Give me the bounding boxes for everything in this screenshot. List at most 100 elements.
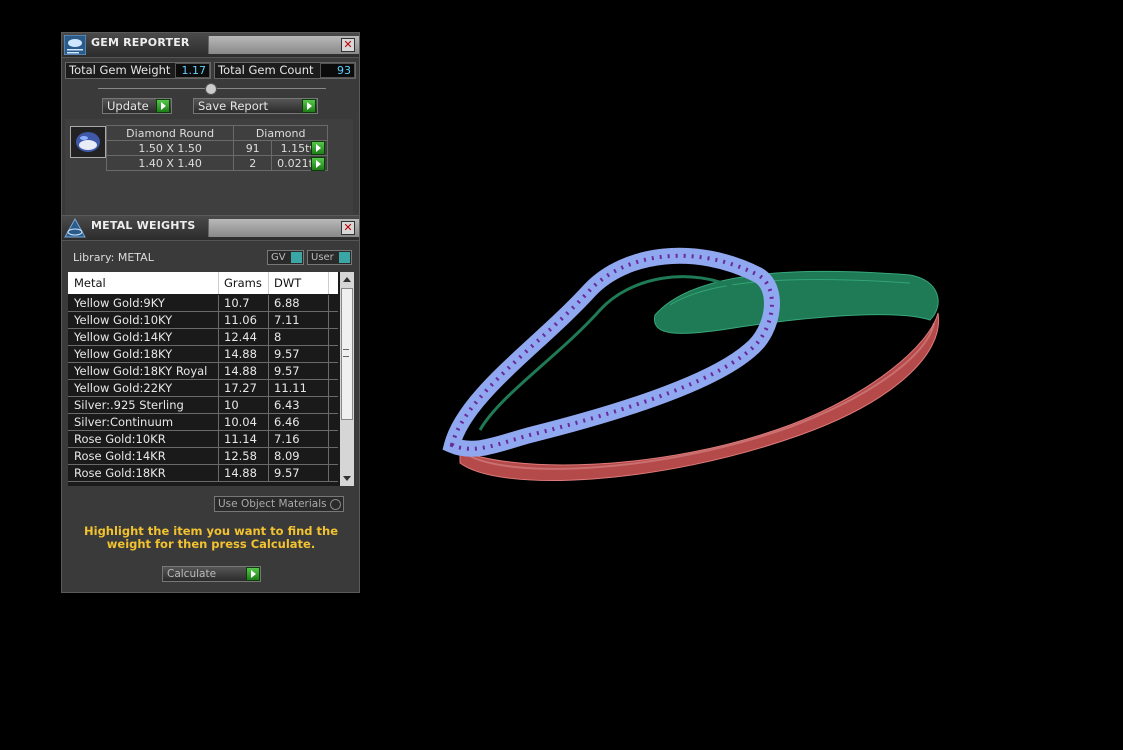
calculate-label: Calculate <box>167 568 217 580</box>
column-divider <box>328 414 329 430</box>
gem-reporter-panel: GEM REPORTER ✕ Total Gem Weight 1.17 Tot… <box>61 32 360 218</box>
splitter-handle-icon[interactable] <box>205 83 217 95</box>
column-header-dwt[interactable]: DWT <box>274 276 301 290</box>
dwt-cell: 9.57 <box>274 347 300 361</box>
table-row[interactable]: Rose Gold:10KR 11.14 7.16 <box>68 431 338 448</box>
grams-cell: 14.88 <box>224 347 257 361</box>
column-header-metal[interactable]: Metal <box>74 276 106 290</box>
dwt-cell: 6.46 <box>274 415 300 429</box>
gem-row[interactable]: 1.50 X 1.50 91 1.15tw <box>105 140 328 156</box>
column-divider <box>328 272 329 294</box>
titlebar-fill <box>208 219 359 237</box>
grams-cell: 11.14 <box>224 432 257 446</box>
ring-3d-model[interactable] <box>440 235 960 505</box>
table-row[interactable]: Silver:Continuum 10.04 6.46 <box>68 414 338 431</box>
column-divider <box>268 295 269 311</box>
dwt-cell: 7.16 <box>274 432 300 446</box>
metal-cell: Yellow Gold:14KY <box>74 330 173 344</box>
column-divider <box>268 397 269 413</box>
dwt-cell: 9.57 <box>274 364 300 378</box>
user-toggle[interactable]: User <box>307 250 352 265</box>
update-go-icon[interactable] <box>156 99 170 113</box>
metal-weights-titlebar[interactable]: METAL WEIGHTS ✕ <box>62 216 359 241</box>
gv-toggle[interactable]: GV <box>267 250 304 265</box>
metal-cell: Yellow Gold:22KY <box>74 381 173 395</box>
table-row[interactable]: Yellow Gold:18KY 14.88 9.57 <box>68 346 338 363</box>
gem-count: 2 <box>233 155 273 171</box>
grams-cell: 17.27 <box>224 381 257 395</box>
calculate-go-icon[interactable] <box>246 567 260 581</box>
column-divider <box>218 397 219 413</box>
metal-weights-icon <box>64 217 86 238</box>
metal-weights-title: METAL WEIGHTS <box>91 219 196 232</box>
user-label: User <box>311 252 334 263</box>
column-divider <box>268 414 269 430</box>
column-divider <box>218 465 219 481</box>
table-row[interactable]: Yellow Gold:14KY 12.44 8 <box>68 329 338 346</box>
column-divider <box>268 380 269 396</box>
table-row[interactable]: Rose Gold:14KR 12.58 8.09 <box>68 448 338 465</box>
gem-row-go-icon[interactable] <box>311 157 325 171</box>
column-divider <box>268 363 269 379</box>
metal-cell: Yellow Gold:18KY <box>74 347 173 361</box>
metal-table: Metal Grams DWT Yellow Gold:9KY 10.7 6.88 Y… <box>68 272 354 486</box>
grams-cell: 12.58 <box>224 449 257 463</box>
save-report-button[interactable]: Save Report <box>193 98 318 114</box>
dwt-cell: 8.09 <box>274 449 300 463</box>
column-divider <box>328 465 329 481</box>
close-icon[interactable]: ✕ <box>341 221 355 235</box>
column-divider <box>218 448 219 464</box>
gem-row-go-icon[interactable] <box>311 141 325 155</box>
use-object-materials-label: Use Object Materials <box>218 498 327 510</box>
metal-weights-panel: METAL WEIGHTS ✕ Library: METAL GV User M… <box>61 215 360 593</box>
total-gem-weight-value: 1.17 <box>175 63 210 78</box>
column-divider <box>268 465 269 481</box>
table-row[interactable]: Silver:.925 Sterling 10 6.43 <box>68 397 338 414</box>
gem-reporter-title: GEM REPORTER <box>91 36 190 49</box>
column-divider <box>218 380 219 396</box>
grams-cell: 11.06 <box>224 313 257 327</box>
column-divider <box>328 397 329 413</box>
metal-cell: Yellow Gold:10KY <box>74 313 173 327</box>
ring-green-band <box>654 270 939 334</box>
grams-cell: 10.7 <box>224 296 250 310</box>
dwt-cell: 9.57 <box>274 466 300 480</box>
column-divider <box>218 431 219 447</box>
table-row[interactable]: Rose Gold:18KR 14.88 9.57 <box>68 465 338 482</box>
gem-row[interactable]: 1.40 X 1.40 2 0.021tw <box>105 155 328 171</box>
total-gem-weight-label: Total Gem Weight <box>69 63 171 77</box>
column-header-grams[interactable]: Grams <box>224 276 262 290</box>
column-divider <box>268 272 269 294</box>
use-object-materials-checkbox[interactable]: Use Object Materials <box>214 496 344 512</box>
column-divider <box>328 431 329 447</box>
total-gem-count-value: 93 <box>320 63 355 78</box>
save-report-label: Save Report <box>198 99 269 113</box>
column-divider <box>268 329 269 345</box>
table-row[interactable]: Yellow Gold:18KY Royal 14.88 9.57 <box>68 363 338 380</box>
diamond-thumbnail-icon[interactable] <box>70 126 106 158</box>
metal-cell: Rose Gold:14KR <box>74 449 166 463</box>
column-divider <box>268 448 269 464</box>
column-divider <box>218 312 219 328</box>
metal-cell: Rose Gold:10KR <box>74 432 166 446</box>
total-gem-count-label: Total Gem Count <box>218 63 314 77</box>
column-divider <box>268 346 269 362</box>
gem-reporter-titlebar[interactable]: GEM REPORTER ✕ <box>62 33 359 58</box>
save-report-go-icon[interactable] <box>302 99 316 113</box>
dwt-cell: 7.11 <box>274 313 300 327</box>
close-icon[interactable]: ✕ <box>341 38 355 52</box>
scroll-down-icon[interactable] <box>343 476 351 481</box>
metal-table-scrollbar[interactable] <box>340 272 354 486</box>
column-divider <box>328 380 329 396</box>
table-row[interactable]: Yellow Gold:9KY 10.7 6.88 <box>68 295 338 312</box>
column-divider <box>328 312 329 328</box>
grams-cell: 12.44 <box>224 330 257 344</box>
column-divider <box>328 295 329 311</box>
table-row[interactable]: Yellow Gold:22KY 17.27 11.11 <box>68 380 338 397</box>
scroll-up-icon[interactable] <box>343 277 351 282</box>
table-row[interactable]: Yellow Gold:10KY 11.06 7.11 <box>68 312 338 329</box>
dwt-cell: 6.43 <box>274 398 300 412</box>
column-divider <box>328 363 329 379</box>
column-divider <box>218 346 219 362</box>
gem-shape-header: Diamond Round <box>105 125 235 141</box>
